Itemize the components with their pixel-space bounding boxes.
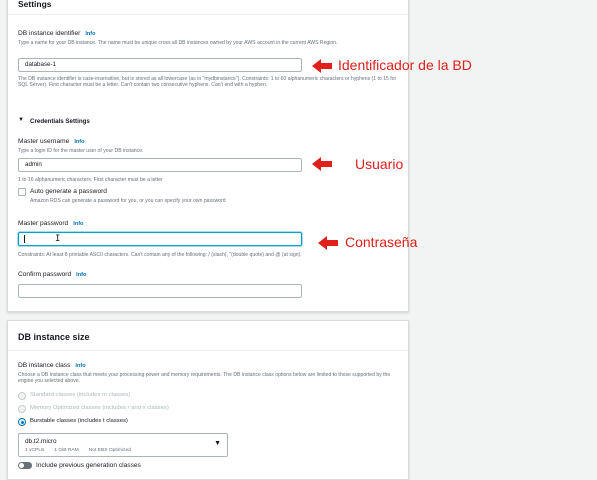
spec-vcpu: 1 vCPUs <box>25 448 45 453</box>
confirm-password-input[interactable] <box>18 284 302 298</box>
auto-password-help: Amazon RDS can generate a password for y… <box>30 198 226 204</box>
ibeam-cursor-icon: I <box>55 234 61 244</box>
db-identifier-input[interactable]: database-1 <box>18 58 302 72</box>
annotation-identifier: Identificador de la BD <box>338 57 472 73</box>
db-identifier-info-link[interactable]: Info <box>85 31 95 37</box>
instance-class-label: DB instance class Info <box>18 362 86 369</box>
arrow-left-icon <box>312 59 332 73</box>
master-password-info-link[interactable]: Info <box>73 221 83 227</box>
instance-class-label-text: DB instance class <box>18 362 71 369</box>
master-username-help: Type a login ID for the master user of y… <box>18 148 144 154</box>
auto-password-label[interactable]: Auto generate a password <box>30 188 107 195</box>
collapse-triangle-icon[interactable]: ▼ <box>18 117 24 123</box>
radio-burstable[interactable] <box>18 418 26 426</box>
arrow-left-icon <box>312 157 332 171</box>
settings-panel: Settings DB instance identifier Info Type… <box>7 0 409 312</box>
instance-class-info-link[interactable]: Info <box>75 363 85 369</box>
instance-class-select[interactable]: db.t2.micro 1 vCPUs 1 GiB RAM Not EBS Opti… <box>18 433 228 457</box>
master-password-label-text: Master password <box>18 220 69 227</box>
master-username-constraints: 1 to 16 alphanumeric characters. First c… <box>18 177 163 183</box>
option-standard[interactable]: Standard classes (includes m classes) <box>30 392 130 398</box>
auto-password-checkbox[interactable] <box>18 188 26 196</box>
prev-gen-toggle[interactable] <box>18 462 32 469</box>
divider <box>8 350 408 351</box>
instance-size-title: DB instance size <box>18 332 90 342</box>
master-username-info-link[interactable]: Info <box>74 139 84 145</box>
annotation-user: Usuario <box>355 156 404 172</box>
spec-ebs: Not EBS Optimized <box>88 448 131 453</box>
master-username-label: Master username Info <box>18 138 85 145</box>
option-memory[interactable]: Memory Optimized classes (includes r and… <box>30 405 169 411</box>
confirm-password-info-link[interactable]: Info <box>76 272 86 278</box>
chevron-down-icon: ▼ <box>214 440 221 447</box>
instance-size-panel: DB instance size DB instance class Info C… <box>7 320 409 480</box>
master-password-label: Master password Info <box>18 220 83 227</box>
text-caret <box>24 235 25 243</box>
confirm-password-label: Confirm password Info <box>18 271 86 278</box>
master-password-input[interactable]: I <box>18 232 302 246</box>
db-identifier-label: DB instance identifier Info <box>18 30 96 37</box>
select-value: db.t2.micro <box>25 438 57 445</box>
master-password-constraints: Constraints: At least 8 printable ASCII … <box>18 252 302 258</box>
db-identifier-constraints: The DB instance identifier is case-insen… <box>18 76 397 89</box>
settings-title: Settings <box>18 0 52 9</box>
credentials-title[interactable]: Credentials Settings <box>30 118 90 125</box>
arrow-left-icon <box>318 236 338 250</box>
confirm-password-label-text: Confirm password <box>18 271 72 278</box>
select-specs: 1 vCPUs 1 GiB RAM Not EBS Optimized <box>25 448 141 453</box>
master-username-input[interactable]: admin <box>18 158 302 172</box>
master-username-label-text: Master username <box>18 138 70 145</box>
radio-standard[interactable] <box>18 392 26 400</box>
annotation-password: Contraseña <box>345 234 418 250</box>
option-burstable[interactable]: Burstable classes (includes t classes) <box>30 418 128 424</box>
db-identifier-label-text: DB instance identifier <box>18 30 81 37</box>
radio-memory[interactable] <box>18 405 26 413</box>
db-identifier-help: Type a name for your DB instance. The na… <box>18 40 338 46</box>
instance-class-help: Choose a DB instance class that meets yo… <box>18 372 391 385</box>
spec-ram: 1 GiB RAM <box>54 448 79 453</box>
divider <box>8 14 408 15</box>
prev-gen-label[interactable]: Include previous generation classes <box>36 462 141 469</box>
